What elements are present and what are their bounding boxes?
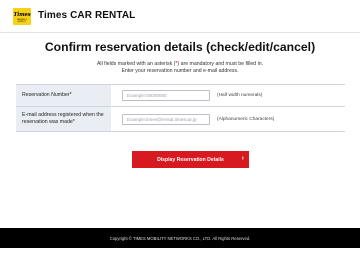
site-header: Times PARKING & MOBILITY Times CAR RENTA… (0, 0, 360, 32)
chevron-right-icon: › (241, 155, 244, 162)
intro-before-asterisk: All fields marked with an asterisk ( (96, 61, 176, 67)
reservation-number-input[interactable] (122, 90, 210, 101)
intro-line-1: All fields marked with an asterisk (*) a… (0, 61, 360, 68)
reservation-number-label: Reservation Number* (16, 85, 111, 106)
logo-text: Times (13, 12, 31, 18)
intro-after-asterisk: ) are mandatory and must be filled in. (177, 61, 264, 67)
email-hint: (Alphanumeric Characters) (217, 116, 275, 122)
reservation-form: Reservation Number* (Half width numerals… (16, 84, 345, 132)
form-row-email: E-mail address registered when the reser… (16, 107, 345, 132)
email-label: E-mail address registered when the reser… (16, 107, 111, 131)
logo-subtext: PARKING & MOBILITY (17, 18, 27, 23)
reservation-number-hint: (Half width numerals) (217, 93, 263, 98)
email-input[interactable] (122, 113, 210, 125)
page-title: Confirm reservation details (check/edit/… (44, 40, 316, 54)
reservation-number-cell: (Half width numerals) (111, 85, 345, 106)
email-cell: (Alphanumeric Characters) (111, 107, 345, 131)
copyright-text: Copyright © TIMES MOBILITY NETWORKS CO.,… (109, 235, 251, 241)
display-reservation-details-button[interactable]: Display Reservation Details › (132, 151, 249, 168)
intro-line-2: Enter your reservation number and e-mail… (121, 68, 239, 75)
site-footer: Copyright © TIMES MOBILITY NETWORKS CO.,… (0, 228, 360, 248)
header-divider (0, 32, 360, 33)
brand-name[interactable]: Times CAR RENTAL (38, 10, 135, 21)
submit-label: Display Reservation Details (157, 156, 224, 163)
page: Times PARKING & MOBILITY Times CAR RENTA… (0, 0, 360, 260)
form-row-reservation-number: Reservation Number* (Half width numerals… (16, 85, 345, 107)
intro-text: All fields marked with an asterisk (*) a… (0, 61, 360, 75)
times-logo[interactable]: Times PARKING & MOBILITY (13, 8, 31, 25)
